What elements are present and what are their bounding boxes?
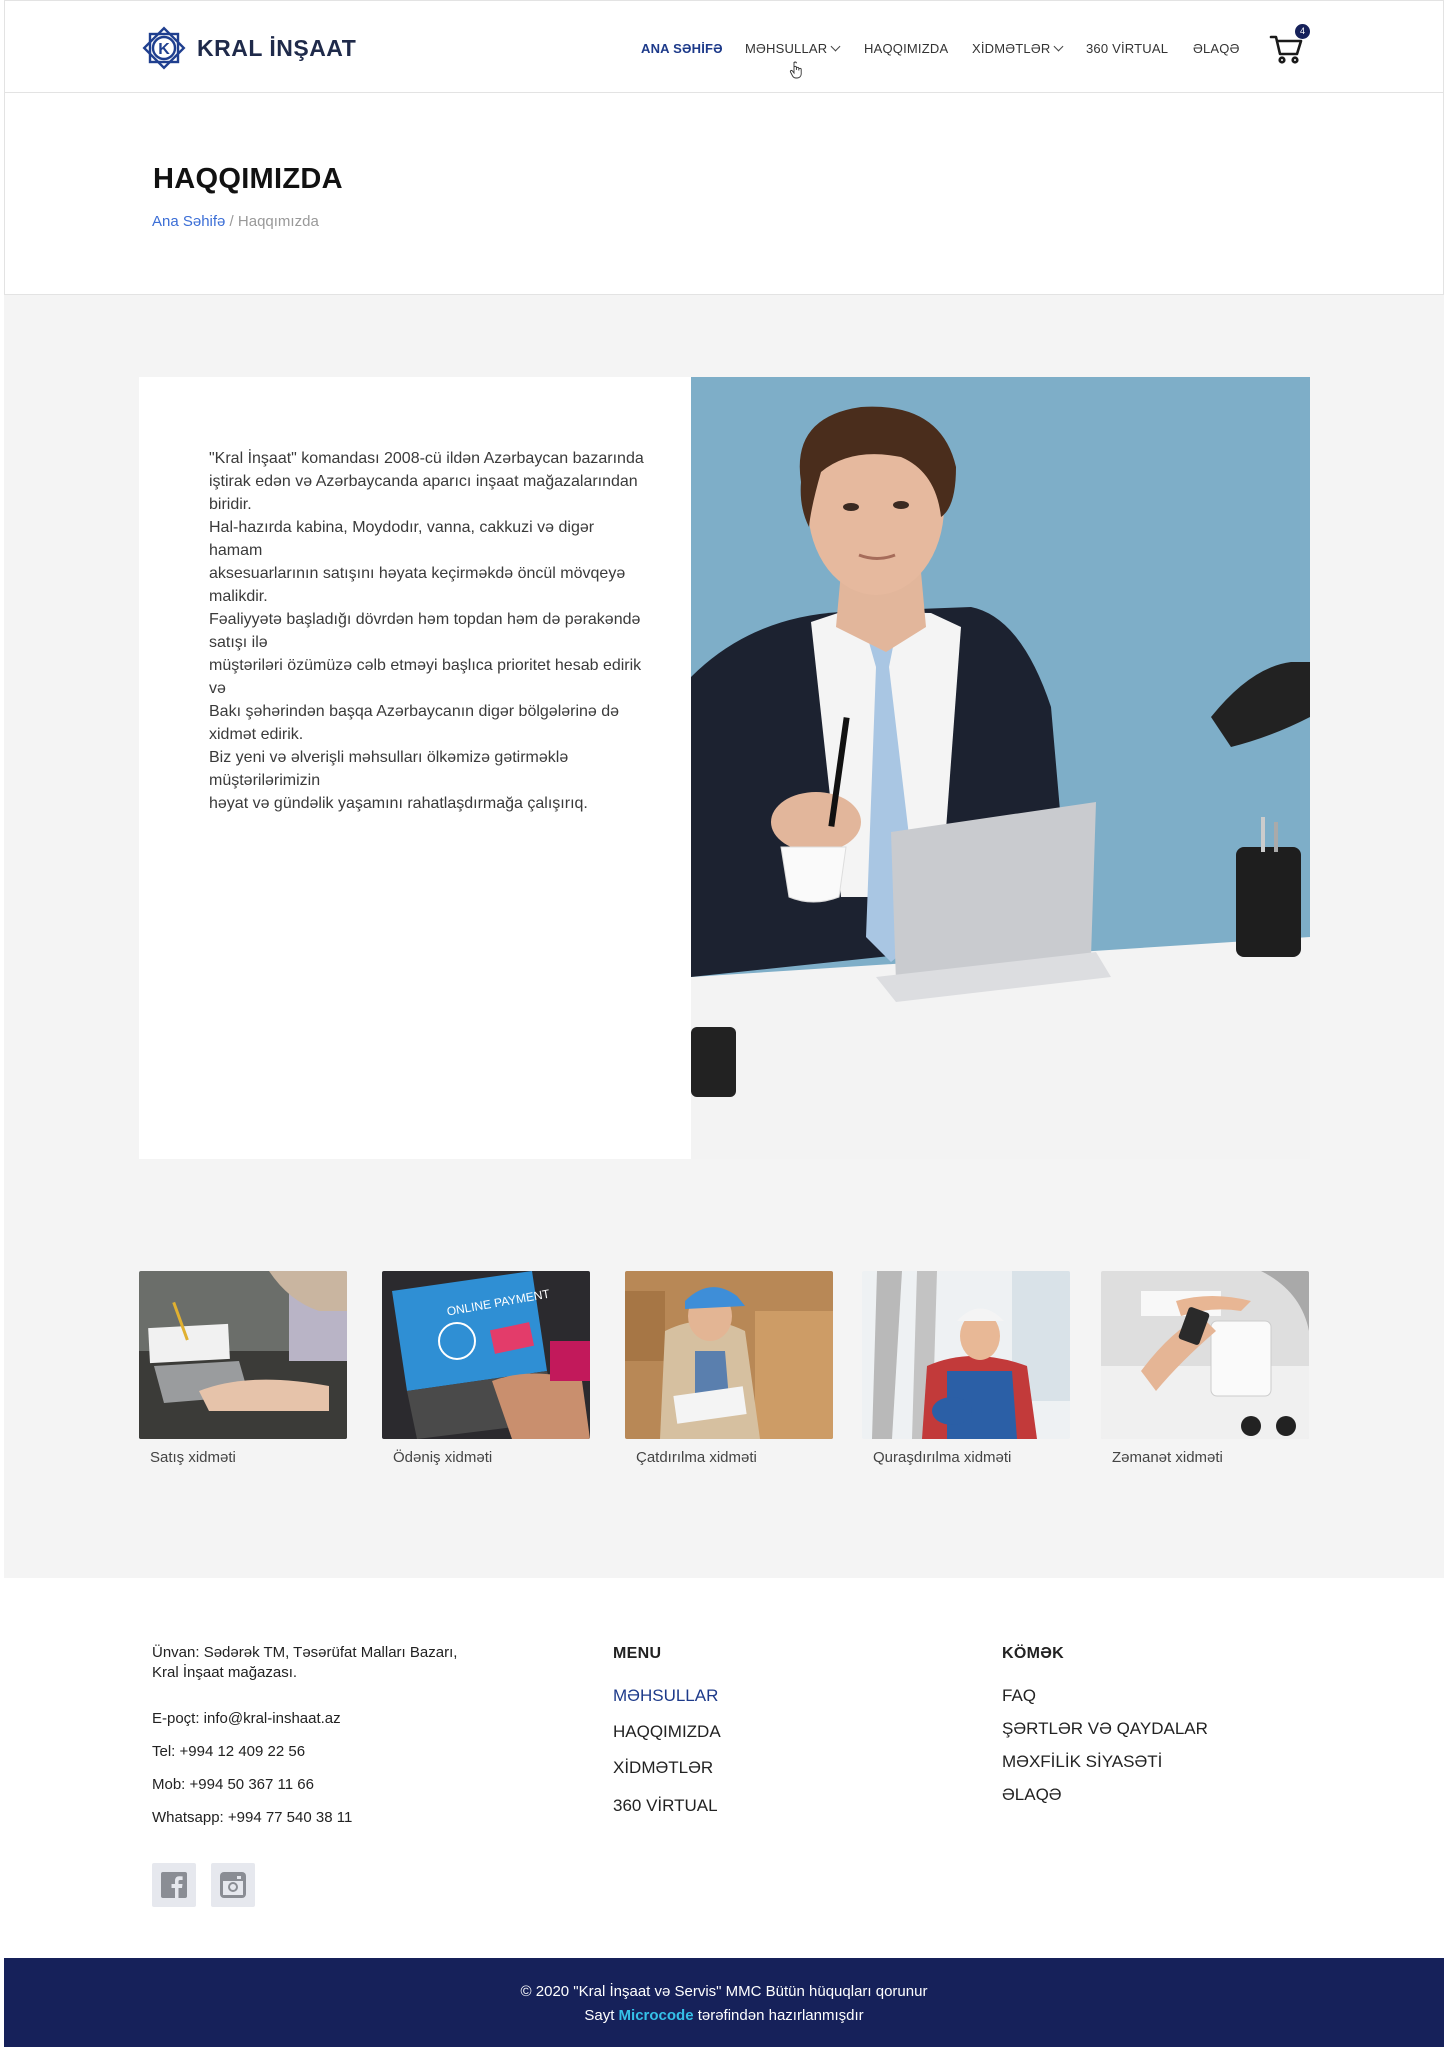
businessman-illustration [691, 377, 1310, 1159]
nav-products-label: MƏHSULLAR [745, 41, 828, 56]
footer-menu-services[interactable]: XİDMƏTLƏR [613, 1758, 713, 1778]
breadcrumb-separator: / [225, 213, 238, 230]
service-card-delivery[interactable]: Çatdırılma xidməti [625, 1271, 833, 1466]
service-card-sales[interactable]: Satış xidməti [139, 1271, 347, 1466]
chevron-down-icon [1053, 41, 1064, 52]
breadcrumb-current: Haqqımızda [237, 213, 319, 230]
footer-help-faq[interactable]: FAQ [1002, 1686, 1036, 1706]
service-label: Çatdırılma xidməti [636, 1449, 757, 1466]
footer-help-privacy[interactable]: MƏXFİLİK SİYASƏTİ [1002, 1752, 1162, 1772]
nav-contact[interactable]: ƏLAQƏ [1193, 41, 1240, 56]
facebook-icon [161, 1872, 187, 1898]
services-list: Satış xidməti ONLINE PAYMENT Ödəniş xidm… [139, 1271, 1310, 1481]
service-image-installation [862, 1271, 1070, 1439]
service-image-warranty [1101, 1271, 1309, 1439]
chevron-down-icon [830, 41, 841, 52]
microcode-link[interactable]: Microcode [619, 2007, 694, 2024]
site-footer: Ünvan: Sədərək TM, Təsərüfat Malları Baz… [4, 1578, 1444, 1958]
nav-services-label: XİDMƏTLƏR [972, 41, 1051, 56]
made-by-prefix: Sayt [584, 2007, 619, 2024]
site-header: K KRAL İNŞAAT ANA SƏHİFƏ MƏHSULLAR HAQQI… [4, 0, 1444, 93]
nav-home[interactable]: ANA SƏHİFƏ [641, 41, 723, 56]
footer-mob[interactable]: Mob: +994 50 367 11 66 [152, 1776, 314, 1793]
footer-tel[interactable]: Tel: +994 12 409 22 56 [152, 1743, 305, 1760]
service-image-payment: ONLINE PAYMENT [382, 1271, 590, 1439]
service-label: Zəmanət xidməti [1112, 1449, 1223, 1466]
about-photo-businessman [691, 377, 1310, 1159]
nav-services[interactable]: XİDMƏTLƏR [972, 41, 1064, 56]
footer-menu-about[interactable]: HAQQIMIZDA [613, 1722, 721, 1742]
footer-menu-360[interactable]: 360 VİRTUAL [613, 1796, 718, 1816]
footer-help-terms[interactable]: ŞƏRTLƏR VƏ QAYDALAR [1002, 1719, 1208, 1739]
footer-whatsapp[interactable]: Whatsapp: +994 77 540 38 11 [152, 1809, 352, 1826]
footer-menu-products[interactable]: MƏHSULLAR [613, 1686, 718, 1706]
copyright-text: © 2020 "Kral İnşaat və Servis" MMC Bütün… [520, 1983, 928, 2000]
footer-email[interactable]: E-poçt: info@kral-inshaat.az [152, 1710, 341, 1727]
instagram-link[interactable] [211, 1863, 255, 1907]
page-title-section: HAQQIMIZDA Ana Səhifə / Haqqımızda [4, 93, 1444, 295]
service-label: Quraşdırılma xidməti [873, 1449, 1012, 1466]
footer-address: Ünvan: Sədərək TM, Təsərüfat Malları Baz… [152, 1644, 458, 1681]
copyright-bar: © 2020 "Kral İnşaat və Servis" MMC Bütün… [4, 1958, 1444, 2047]
footer-help-contact[interactable]: ƏLAQƏ [1002, 1785, 1062, 1805]
service-label: Satış xidməti [150, 1449, 236, 1466]
footer-menu-heading: MENU [613, 1645, 662, 1662]
cart-count-badge: 4 [1295, 24, 1310, 39]
nav-products[interactable]: MƏHSULLAR [745, 41, 841, 56]
footer-help-heading: KÖMƏK [1002, 1645, 1064, 1662]
service-card-warranty[interactable]: Zəmanət xidməti [1101, 1271, 1309, 1466]
service-card-payment[interactable]: ONLINE PAYMENT Ödəniş xidməti [382, 1271, 590, 1466]
hand-cursor-icon [789, 61, 802, 79]
nav-about[interactable]: HAQQIMIZDA [864, 41, 948, 56]
made-by-line: Sayt Microcode tərəfindən hazırlanmışdır [4, 2004, 1444, 2028]
breadcrumb: Ana Səhifə / Haqqımızda [152, 213, 319, 230]
breadcrumb-home-link[interactable]: Ana Səhifə [152, 213, 225, 230]
service-card-installation[interactable]: Quraşdırılma xidməti [862, 1271, 1070, 1466]
about-section: "Kral İnşaat" komandası 2008-cü ildən Az… [4, 295, 1444, 1578]
made-by-suffix: tərəfindən hazırlanmışdır [693, 2007, 864, 2024]
main-nav: ANA SƏHİFƏ MƏHSULLAR HAQQIMIZDA XİDMƏTLƏ… [5, 41, 1443, 61]
facebook-link[interactable] [152, 1863, 196, 1907]
instagram-icon [220, 1872, 246, 1898]
service-label: Ödəniş xidməti [393, 1449, 493, 1466]
page-title: HAQQIMIZDA [153, 163, 343, 195]
page: K KRAL İNŞAAT ANA SƏHİFƏ MƏHSULLAR HAQQI… [4, 0, 1444, 2047]
nav-360-virtual[interactable]: 360 VİRTUAL [1086, 41, 1168, 56]
service-image-delivery [625, 1271, 833, 1439]
service-image-sales [139, 1271, 347, 1439]
about-card: "Kral İnşaat" komandası 2008-cü ildən Az… [139, 377, 1310, 1159]
about-text: "Kral İnşaat" komandası 2008-cü ildən Az… [209, 450, 644, 812]
